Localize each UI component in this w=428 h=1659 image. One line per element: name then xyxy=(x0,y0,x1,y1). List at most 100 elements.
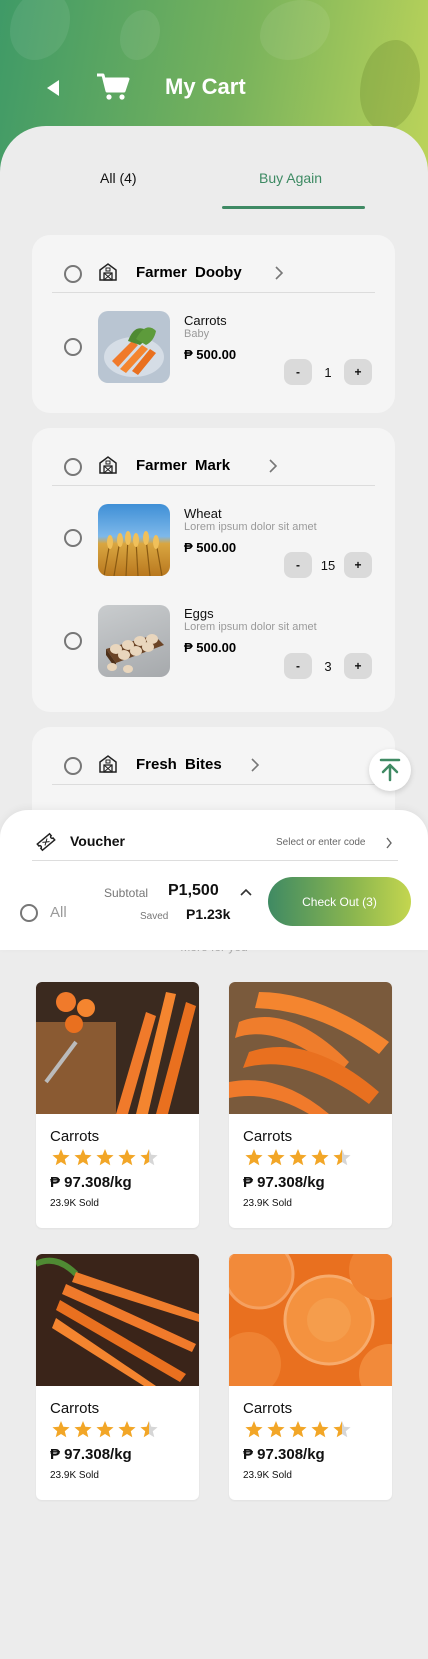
voucher-ticket-icon xyxy=(36,832,56,852)
tab-buy-again[interactable]: Buy Again xyxy=(259,170,322,186)
recommendation-price: ₱ 97.308/kg xyxy=(243,1174,325,1191)
recommendation-card[interactable]: Carrots ₱ 97.308/kg 23.9K Sold xyxy=(36,1254,199,1500)
product-name: Eggs xyxy=(184,606,214,621)
recommendation-card[interactable]: Carrots ₱ 97.308/kg 23.9K Sold xyxy=(229,1254,392,1500)
select-all-label[interactable]: All xyxy=(50,904,67,921)
voucher-code-hint[interactable]: Select or enter code xyxy=(276,837,366,848)
decorative-leaf xyxy=(10,0,70,60)
back-arrow-icon[interactable] xyxy=(44,78,64,98)
recommendation-name: Carrots xyxy=(50,1128,100,1145)
recommendation-name: Carrots xyxy=(50,1400,100,1417)
chevron-right-icon[interactable] xyxy=(385,837,393,849)
rating-stars xyxy=(245,1149,351,1166)
farm-select-radio[interactable] xyxy=(64,757,82,775)
product-description: Lorem ipsum dolor sit amet xyxy=(184,521,317,533)
increment-button[interactable]: + xyxy=(344,653,372,679)
product-image-wheat[interactable] xyxy=(98,504,170,576)
recommendation-card[interactable]: Carrots ₱ 97.308/kg 23.9K Sold xyxy=(36,982,199,1228)
decrement-button[interactable]: - xyxy=(284,653,312,679)
barn-icon xyxy=(99,456,117,474)
quantity-value[interactable]: 1 xyxy=(312,365,344,380)
decorative-leaf xyxy=(260,0,330,60)
product-description: Lorem ipsum dolor sit amet xyxy=(184,621,317,633)
scroll-to-top-button[interactable] xyxy=(369,749,411,791)
increment-button[interactable]: + xyxy=(344,552,372,578)
rating-stars xyxy=(52,1421,158,1438)
farmer-name[interactable]: Farmer Mark xyxy=(136,457,230,474)
star-icon xyxy=(52,1421,70,1438)
subtotal-value: P1,500 xyxy=(168,882,219,899)
increment-button[interactable]: + xyxy=(344,359,372,385)
chevron-up-icon[interactable] xyxy=(240,888,252,896)
recommendation-sold-count: 23.9K Sold xyxy=(243,1470,292,1481)
divider xyxy=(32,860,398,861)
farmer-name[interactable]: Farmer Dooby xyxy=(136,264,242,281)
product-image-carrots[interactable] xyxy=(98,311,170,383)
star-icon xyxy=(140,1421,158,1438)
star-icon xyxy=(74,1149,92,1166)
product-price: ₱ 500.00 xyxy=(184,540,237,555)
select-all-radio[interactable] xyxy=(20,904,38,922)
star-icon xyxy=(52,1149,70,1166)
quantity-stepper: - 15 + xyxy=(284,552,372,578)
quantity-stepper: - 1 + xyxy=(284,359,372,385)
tab-all[interactable]: All (4) xyxy=(100,170,137,186)
recommendation-sold-count: 23.9K Sold xyxy=(50,1198,99,1209)
saved-label: Saved xyxy=(140,911,169,922)
farm-select-radio[interactable] xyxy=(64,265,82,283)
page-title: My Cart xyxy=(165,74,246,99)
chevron-right-icon[interactable] xyxy=(250,758,260,772)
chevron-right-icon[interactable] xyxy=(274,266,284,280)
star-icon xyxy=(333,1421,351,1438)
product-price: ₱ 500.00 xyxy=(184,347,237,362)
product-description: Baby xyxy=(184,328,210,340)
product-image-carrots xyxy=(229,982,392,1114)
decrement-button[interactable]: - xyxy=(284,359,312,385)
cart-tabs: All (4) Buy Again xyxy=(0,170,428,214)
divider xyxy=(52,292,375,293)
product-image-eggs[interactable] xyxy=(98,605,170,677)
farm-card-fresh-bites: Fresh Bites xyxy=(32,727,395,810)
product-select-radio[interactable] xyxy=(64,338,82,356)
saved-value: P1.23k xyxy=(186,906,231,922)
decrement-button[interactable]: - xyxy=(284,552,312,578)
barn-icon xyxy=(99,755,117,773)
quantity-value[interactable]: 15 xyxy=(312,558,344,573)
recommendation-name: Carrots xyxy=(243,1128,293,1145)
chevron-right-icon[interactable] xyxy=(268,459,278,473)
star-icon xyxy=(333,1149,351,1166)
farmer-name[interactable]: Fresh Bites xyxy=(136,756,222,773)
active-tab-indicator xyxy=(222,206,365,209)
divider xyxy=(52,485,375,486)
barn-icon xyxy=(99,263,117,281)
rating-stars xyxy=(52,1149,158,1166)
farm-card-clip: Fresh Bites xyxy=(0,727,428,810)
farm-select-radio[interactable] xyxy=(64,458,82,476)
quantity-stepper: - 3 + xyxy=(284,653,372,679)
recommendation-price: ₱ 97.308/kg xyxy=(50,1174,132,1191)
checkout-button[interactable]: Check Out (3) xyxy=(268,877,411,926)
star-icon xyxy=(118,1421,136,1438)
product-price: ₱ 500.00 xyxy=(184,640,237,655)
product-image-carrot-slices xyxy=(229,1254,392,1386)
subtotal-label: Subtotal xyxy=(104,886,149,900)
recommendation-card[interactable]: Carrots ₱ 97.308/kg 23.9K Sold xyxy=(229,982,392,1228)
star-icon xyxy=(96,1149,114,1166)
recommendation-name: Carrots xyxy=(243,1400,293,1417)
product-image-carrots xyxy=(36,982,199,1114)
quantity-value[interactable]: 3 xyxy=(312,659,344,674)
rating-stars xyxy=(245,1421,351,1438)
star-icon xyxy=(267,1149,285,1166)
star-icon xyxy=(267,1421,285,1438)
cart-icon[interactable] xyxy=(96,72,130,102)
star-icon xyxy=(140,1149,158,1166)
product-select-radio[interactable] xyxy=(64,632,82,650)
product-image-carrots xyxy=(36,1254,199,1386)
recommendation-sold-count: 23.9K Sold xyxy=(50,1470,99,1481)
recommendation-price: ₱ 97.308/kg xyxy=(50,1446,132,1463)
star-icon xyxy=(289,1149,307,1166)
checkout-panel: Voucher Select or enter code All Subtota… xyxy=(0,810,428,950)
voucher-label[interactable]: Voucher xyxy=(70,833,125,849)
star-icon xyxy=(245,1149,263,1166)
product-select-radio[interactable] xyxy=(64,529,82,547)
